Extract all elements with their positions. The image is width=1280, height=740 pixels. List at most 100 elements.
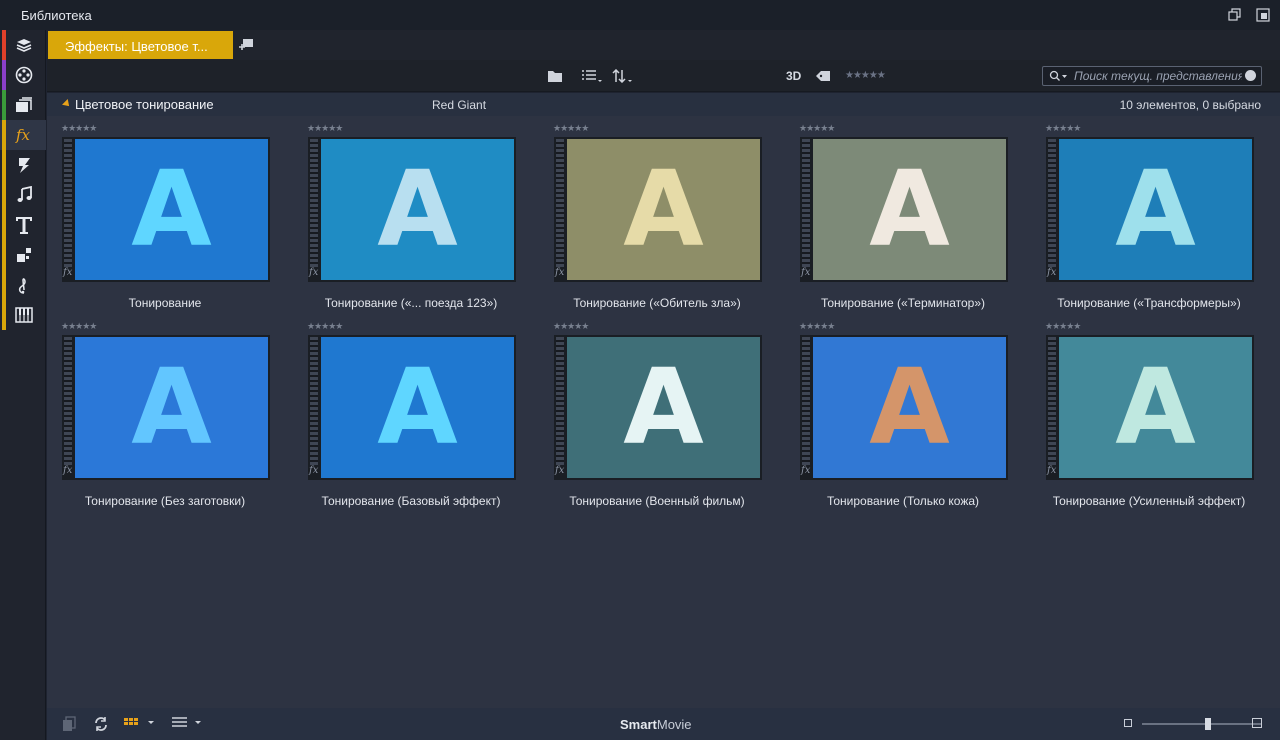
effect-label: Тонирование (Военный фильм) (569, 494, 745, 508)
preview-letter: A (131, 148, 212, 270)
sidebar-item-projects[interactable] (0, 30, 46, 60)
grid-view-icon[interactable] (124, 716, 156, 730)
sidebar-item-transitions[interactable] (0, 150, 46, 180)
section-header[interactable]: Цветовое тонирование Red Giant 10 элемен… (47, 93, 1280, 116)
effect-item[interactable]: ★★★★★ fx A Тонирование («Обитель зла») (539, 116, 762, 310)
sidebar-item-scorefitter[interactable] (0, 270, 46, 300)
effect-thumbnail[interactable]: fx A (800, 335, 1008, 480)
effect-label: Тонирование («Терминатор») (820, 296, 986, 310)
library-content: Цветовое тонирование Red Giant 10 элемен… (47, 93, 1280, 708)
effect-item[interactable]: ★★★★★ fx A Тонирование («Трансформеры») (1031, 116, 1254, 310)
filmstrip-edge (1048, 337, 1056, 465)
sidebar-item-media[interactable] (0, 90, 46, 120)
item-rating[interactable]: ★★★★★ (61, 321, 97, 332)
item-rating[interactable]: ★★★★★ (553, 321, 589, 332)
effect-thumbnail[interactable]: fx A (554, 335, 762, 480)
zoom-out-icon[interactable] (1124, 719, 1132, 727)
effect-preview: A (813, 139, 1006, 280)
sort-icon[interactable] (612, 69, 634, 83)
effect-item[interactable]: ★★★★★ fx A Тонирование (Базовый эффект) (293, 314, 516, 508)
filmstrip-edge (802, 337, 810, 465)
effect-thumbnail[interactable]: fx A (554, 137, 762, 282)
effect-preview: A (567, 139, 760, 280)
item-rating[interactable]: ★★★★★ (799, 321, 835, 332)
effect-preview: A (321, 139, 514, 280)
tab-effects[interactable]: Эффекты: Цветовое т... (48, 31, 233, 59)
rating-filter[interactable]: ★★★★★ (845, 70, 886, 81)
film-reel-icon (15, 66, 33, 84)
preview-letter: A (623, 148, 704, 270)
item-rating[interactable]: ★★★★★ (61, 123, 97, 134)
search-box[interactable] (1042, 66, 1262, 86)
title-bar: Библиотека (0, 0, 1280, 30)
effect-label: Тонирование (Только кожа) (826, 494, 980, 508)
copy-icon[interactable] (62, 716, 76, 732)
fx-badge-icon: fx (309, 465, 319, 476)
effect-thumbnail[interactable]: fx A (308, 137, 516, 282)
item-rating[interactable]: ★★★★★ (307, 123, 343, 134)
effect-item[interactable]: ★★★★★ fx A Тонирование (Усиленный эффект) (1031, 314, 1254, 508)
smartmovie-button[interactable]: SmartMovie (620, 717, 692, 732)
sidebar-item-montage[interactable] (0, 240, 46, 270)
slider-thumb[interactable] (1205, 718, 1211, 730)
item-rating[interactable]: ★★★★★ (1045, 123, 1081, 134)
folder-icon[interactable] (547, 69, 563, 83)
effect-thumbnail[interactable]: fx A (1046, 335, 1254, 480)
menu-icon[interactable] (172, 716, 204, 730)
item-rating[interactable]: ★★★★★ (307, 321, 343, 332)
effect-item[interactable]: ★★★★★ fx A Тонирование («Терминатор») (785, 116, 1008, 310)
collapse-triangle-icon[interactable] (62, 99, 72, 109)
sync-icon[interactable] (93, 716, 109, 732)
effect-label: Тонирование («... поезда 123») (324, 296, 498, 310)
fx-badge-icon: fx (555, 465, 565, 476)
item-rating[interactable]: ★★★★★ (799, 123, 835, 134)
window-title: Библиотека (21, 8, 92, 23)
fx-badge-icon: fx (309, 267, 319, 278)
bottom-bar: SmartMovie (47, 708, 1280, 740)
effect-label: Тонирование («Трансформеры») (1057, 296, 1241, 310)
clear-search-icon[interactable] (1245, 70, 1256, 81)
fx-badge-icon: fx (801, 465, 811, 476)
effect-preview: A (75, 337, 268, 478)
scorefitter-icon (18, 278, 26, 294)
add-tab-icon[interactable] (238, 37, 254, 53)
search-input[interactable] (1074, 68, 1242, 84)
music-note-icon (17, 186, 32, 202)
effect-item[interactable]: ★★★★★ fx A Тонирование (Военный фильм) (539, 314, 762, 508)
effect-thumbnail[interactable]: fx A (1046, 137, 1254, 282)
list-view-icon[interactable] (581, 69, 603, 83)
effect-label: Тонирование (Без заготовки) (84, 494, 246, 508)
sidebar-item-collections[interactable] (0, 60, 46, 90)
effect-item[interactable]: ★★★★★ fx A Тонирование («... поезда 123») (293, 116, 516, 310)
detach-icon[interactable] (1256, 8, 1270, 22)
effect-item[interactable]: ★★★★★ fx A Тонирование (Без заготовки) (47, 314, 270, 508)
search-icon[interactable] (1049, 70, 1069, 82)
zoom-in-icon[interactable] (1252, 718, 1262, 728)
3d-filter-button[interactable]: 3D (786, 69, 801, 83)
effect-thumbnail[interactable]: fx A (308, 335, 516, 480)
effect-preview: A (1059, 337, 1252, 478)
restore-icon[interactable] (1228, 8, 1242, 22)
preview-letter: A (377, 346, 458, 468)
filmstrip-edge (1048, 139, 1056, 267)
filmstrip-edge (556, 139, 564, 267)
effect-thumbnail[interactable]: fx A (62, 335, 270, 480)
effect-thumbnail[interactable]: fx A (62, 137, 270, 282)
box-stack-icon (16, 39, 32, 52)
item-rating[interactable]: ★★★★★ (1045, 321, 1081, 332)
preview-letter: A (623, 346, 704, 468)
effect-thumbnail[interactable]: fx A (800, 137, 1008, 282)
sidebar-item-titles[interactable] (0, 210, 46, 240)
sidebar-item-effects[interactable]: fx (0, 120, 46, 150)
effect-item[interactable]: ★★★★★ fx A Тонирование (Только кожа) (785, 314, 1008, 508)
effect-preview: A (75, 139, 268, 280)
filmstrip-edge (310, 139, 318, 267)
item-rating[interactable]: ★★★★★ (553, 123, 589, 134)
preview-letter: A (377, 148, 458, 270)
tag-icon[interactable] (815, 69, 831, 83)
effect-item[interactable]: ★★★★★ fx A Тонирование (47, 116, 270, 310)
sidebar-item-audio[interactable] (0, 180, 46, 210)
sidebar-item-sound-effects[interactable] (0, 300, 46, 330)
thumbnail-size-slider[interactable] (1142, 718, 1262, 730)
preview-letter: A (1115, 346, 1196, 468)
